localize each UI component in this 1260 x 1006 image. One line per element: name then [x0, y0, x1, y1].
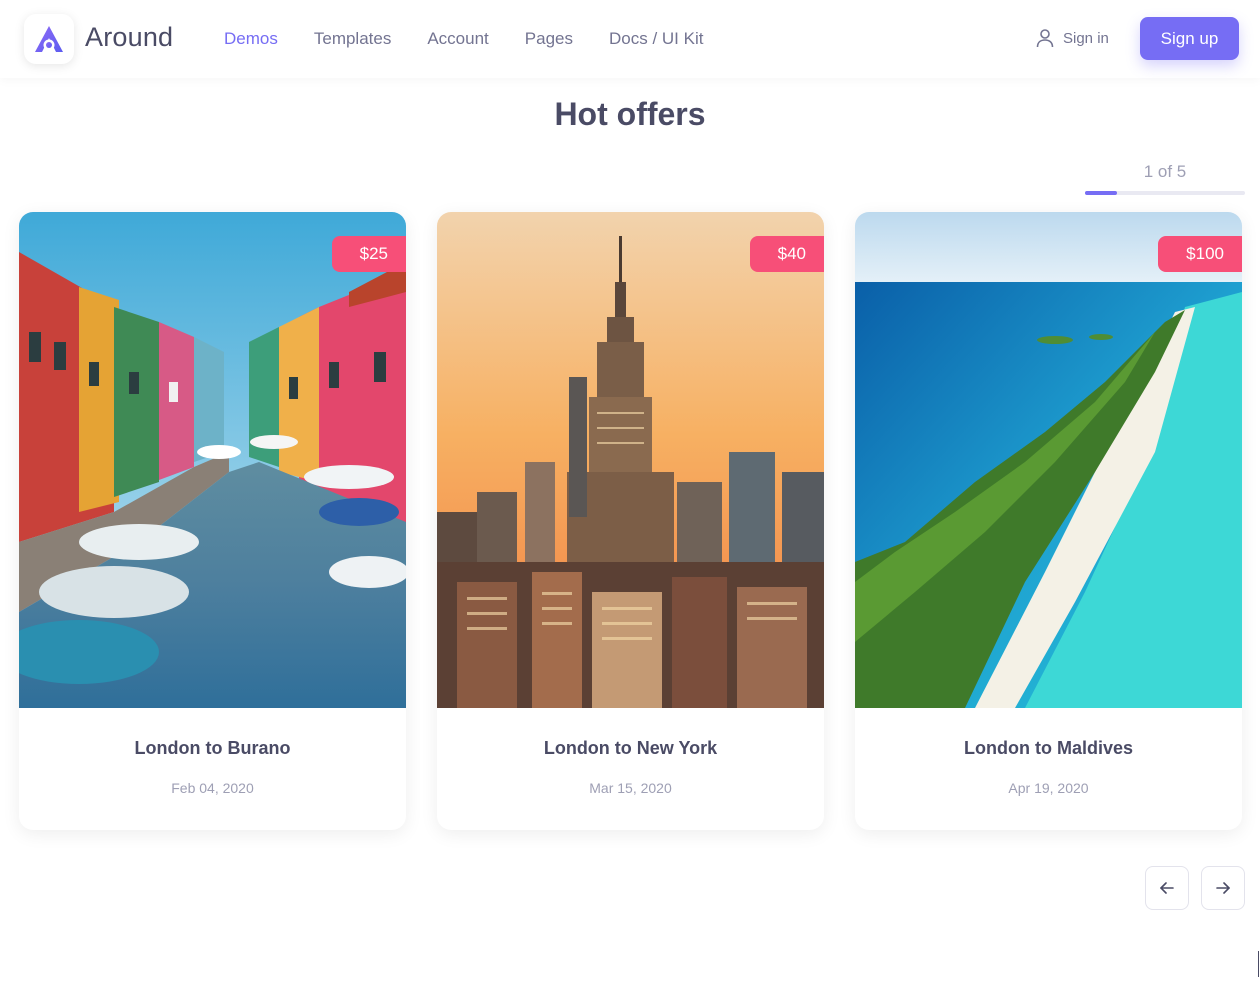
arrow-right-icon — [1216, 882, 1230, 894]
price-badge: $40 — [749, 236, 824, 272]
offer-date: Mar 15, 2020 — [589, 780, 672, 796]
offer-title[interactable]: London to Maldives — [855, 738, 1242, 759]
slide-progress-bar — [1085, 191, 1245, 195]
sign-in-label: Sign in — [1063, 29, 1109, 47]
offer-card[interactable]: $100 London to Maldives Apr 19, 2020 — [855, 212, 1242, 830]
carousel-prev-button[interactable] — [1145, 866, 1189, 910]
offer-date: Feb 04, 2020 — [171, 780, 254, 796]
brand-name[interactable]: Around — [85, 22, 173, 53]
nav-item-account[interactable]: Account — [427, 29, 488, 49]
offer-title[interactable]: London to New York — [437, 738, 824, 759]
nav-item-templates[interactable]: Templates — [314, 29, 391, 49]
main-nav: Demos Templates Account Pages Docs / UI … — [224, 29, 739, 49]
nav-item-demos[interactable]: Demos — [224, 29, 278, 49]
around-logo-icon — [35, 26, 63, 52]
scrollbar-edge — [1258, 951, 1259, 977]
logo[interactable] — [24, 14, 74, 64]
slide-progress-fill — [1085, 191, 1117, 195]
offer-image-new-york — [437, 212, 824, 708]
offer-card[interactable]: $25 London to Burano Feb 04, 2020 — [19, 212, 406, 830]
offer-image-burano — [19, 212, 406, 708]
offer-card[interactable]: $40 London to New York Mar 15, 2020 — [437, 212, 824, 830]
arrow-left-icon — [1160, 882, 1174, 894]
offer-date: Apr 19, 2020 — [1008, 780, 1089, 796]
top-navbar: Around Demos Templates Account Pages Doc… — [0, 0, 1260, 78]
nav-item-docs[interactable]: Docs / UI Kit — [609, 29, 703, 49]
nav-item-pages[interactable]: Pages — [525, 29, 573, 49]
user-icon — [1036, 29, 1054, 48]
slide-counter: 1 of 5 — [1143, 162, 1187, 181]
section-title: Hot offers — [554, 96, 706, 132]
offer-title[interactable]: London to Burano — [19, 738, 406, 759]
sign-up-button[interactable]: Sign up — [1140, 17, 1239, 60]
carousel-next-button[interactable] — [1201, 866, 1245, 910]
price-badge: $100 — [1158, 236, 1242, 272]
sign-in-link[interactable]: Sign in — [1036, 28, 1109, 48]
offer-image-maldives — [855, 212, 1242, 708]
price-badge: $25 — [331, 236, 406, 272]
